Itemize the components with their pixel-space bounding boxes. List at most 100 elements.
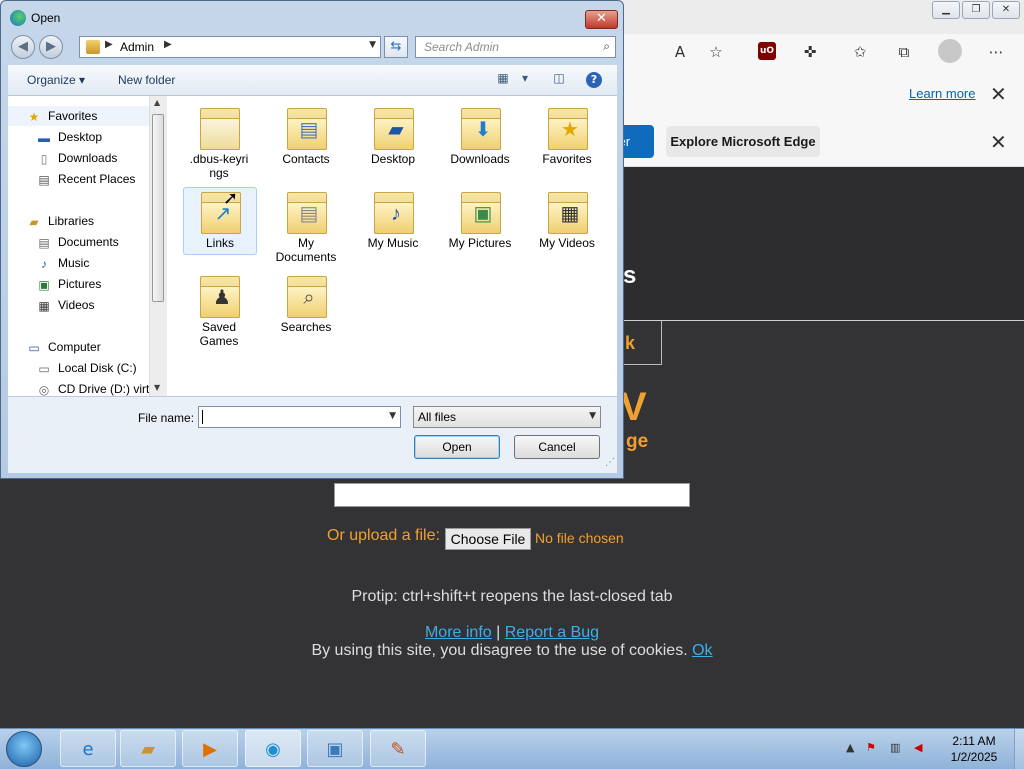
read-aloud-icon[interactable]: A bbox=[668, 41, 692, 63]
nav-item-libraries[interactable]: ▰Libraries bbox=[26, 211, 94, 231]
folder-label: My Videos bbox=[527, 236, 607, 250]
nav-item-music[interactable]: ♪Music bbox=[36, 253, 89, 273]
address-text[interactable]: Admin bbox=[120, 40, 154, 54]
more-info-link[interactable]: More info bbox=[425, 624, 492, 641]
folder-favorites[interactable]: ★ Favorites bbox=[527, 104, 607, 166]
dialog-footer: File name: ▼ All files ▼ Open Cancel ⋰ bbox=[8, 397, 617, 473]
nav-label: Documents bbox=[58, 235, 119, 249]
show-desktop-button[interactable] bbox=[1014, 729, 1024, 769]
view-options-dropdown-icon[interactable]: ▾ bbox=[516, 71, 534, 87]
edge-taskbar-icon[interactable]: ◉ bbox=[245, 730, 301, 767]
close-window-button[interactable]: ✕ bbox=[992, 1, 1020, 19]
close-promo-icon[interactable]: ✕ bbox=[990, 130, 1007, 154]
address-dropdown-icon[interactable]: ▼ bbox=[369, 40, 376, 50]
cookie-ok-link[interactable]: Ok bbox=[692, 642, 712, 659]
open-file-dialog: Open ✕ ◀ ▶ ▶ Admin ▶ ▼ ⇆ Search Admin ⌕ … bbox=[0, 0, 624, 479]
folder-label: Contacts bbox=[266, 152, 346, 166]
report-bug-link[interactable]: Report a Bug bbox=[505, 624, 599, 641]
media-player-icon[interactable]: ▶ bbox=[182, 730, 238, 767]
ublock-icon[interactable]: uO bbox=[758, 42, 776, 60]
folder-links[interactable]: ↗ Links bbox=[183, 187, 257, 255]
extensions-icon[interactable]: ✜ bbox=[798, 41, 822, 63]
folder-downloads[interactable]: ⬇ Downloads bbox=[440, 104, 520, 166]
refresh-button[interactable]: ⇆ bbox=[384, 36, 408, 58]
folder-saved-games[interactable]: ♟ Saved Games bbox=[179, 272, 259, 348]
url-textarea[interactable] bbox=[334, 483, 690, 507]
nav-item-favorites[interactable]: ★Favorites bbox=[8, 106, 149, 126]
action-center-icon[interactable]: ⚑ bbox=[866, 741, 876, 754]
add-favorite-icon[interactable]: ☆ bbox=[704, 41, 728, 63]
open-button[interactable]: Open bbox=[414, 435, 500, 459]
folder-icon bbox=[196, 104, 242, 150]
computer-icon: ▭ bbox=[26, 341, 42, 355]
profile-avatar[interactable] bbox=[938, 39, 962, 63]
explore-edge-button[interactable]: Explore Microsoft Edge bbox=[666, 126, 820, 157]
volume-icon[interactable]: ◀ bbox=[914, 741, 922, 754]
nav-item-recent-places[interactable]: ▤Recent Places bbox=[36, 169, 135, 189]
internet-explorer-icon[interactable]: e bbox=[60, 730, 116, 767]
folder-my-videos[interactable]: ▦ My Videos bbox=[527, 188, 607, 250]
no-file-text: No file chosen bbox=[535, 530, 624, 546]
file-name-input[interactable]: ▼ bbox=[198, 406, 401, 428]
folder-desktop[interactable]: ▰ Desktop bbox=[353, 104, 433, 166]
clock[interactable]: 2:11 AM 1/2/2025 bbox=[934, 733, 1014, 765]
dialog-close-button[interactable]: ✕ bbox=[585, 10, 618, 29]
folder-my-music[interactable]: ♪ My Music bbox=[353, 188, 433, 250]
restore-button[interactable]: ❐ bbox=[962, 1, 990, 19]
window-controls: ▁ ❐ ✕ bbox=[930, 1, 1020, 19]
folder-dbus-keyrings[interactable]: .dbus-keyri ngs bbox=[179, 104, 259, 180]
clock-date: 1/2/2025 bbox=[934, 749, 1014, 765]
nav-item-desktop[interactable]: ▬Desktop bbox=[36, 127, 102, 147]
nav-label: Local Disk (C:) bbox=[58, 361, 137, 375]
folder-contacts[interactable]: ▤ Contacts bbox=[266, 104, 346, 166]
nav-scrollbar[interactable]: ▲ ▼ bbox=[149, 96, 167, 396]
nav-item-videos[interactable]: ▦Videos bbox=[36, 295, 94, 315]
cookie-text: By using this site, you disagree to the … bbox=[311, 642, 687, 659]
scroll-up-icon[interactable]: ▲ bbox=[154, 98, 160, 107]
back-button[interactable]: ◀ bbox=[11, 35, 35, 59]
folder-searches[interactable]: ⌕ Searches bbox=[266, 272, 346, 334]
nav-label: Videos bbox=[58, 298, 94, 312]
organize-button[interactable]: Organize ▾ bbox=[27, 73, 85, 87]
more-menu-icon[interactable]: ⋯ bbox=[984, 41, 1008, 63]
folder-label: Downloads bbox=[440, 152, 520, 166]
nav-item-cd-drive[interactable]: ◎CD Drive (D:) virt bbox=[36, 379, 149, 396]
start-button[interactable] bbox=[6, 731, 42, 767]
nav-item-computer[interactable]: ▭Computer bbox=[26, 337, 101, 357]
choose-file-button[interactable]: Choose File bbox=[445, 528, 531, 550]
edge-icon bbox=[10, 10, 26, 26]
folder-label: My bbox=[266, 236, 346, 250]
new-folder-button[interactable]: New folder bbox=[118, 73, 175, 87]
resize-grip-icon[interactable]: ⋰ bbox=[605, 457, 615, 468]
learn-more-link[interactable]: Learn more bbox=[909, 86, 975, 101]
file-name-dropdown-icon[interactable]: ▼ bbox=[389, 411, 396, 421]
nav-item-pictures[interactable]: ▣Pictures bbox=[36, 274, 101, 294]
cancel-button[interactable]: Cancel bbox=[514, 435, 600, 459]
file-explorer-icon[interactable]: ▰ bbox=[120, 730, 176, 767]
change-view-icon[interactable]: ▦ bbox=[494, 71, 512, 87]
breadcrumb-arrow-icon[interactable]: ▶ bbox=[105, 39, 113, 50]
close-infobar-icon[interactable]: ✕ bbox=[990, 82, 1007, 106]
preview-pane-icon[interactable]: ◫ bbox=[550, 71, 568, 87]
nav-label: Pictures bbox=[58, 277, 101, 291]
nav-scroll-thumb[interactable] bbox=[152, 114, 164, 302]
file-type-select[interactable]: All files ▼ bbox=[413, 406, 601, 428]
favorites-icon[interactable]: ✩ bbox=[848, 41, 872, 63]
help-icon[interactable]: ? bbox=[586, 72, 602, 88]
nav-item-downloads[interactable]: ▯Downloads bbox=[36, 148, 117, 168]
network-icon[interactable]: ▥ bbox=[890, 741, 900, 754]
paint-icon[interactable]: ✎ bbox=[370, 730, 426, 767]
folder-my-documents[interactable]: ▤ My Documents bbox=[266, 188, 346, 264]
folder-my-pictures[interactable]: ▣ My Pictures bbox=[440, 188, 520, 250]
photo-viewer-icon[interactable]: ▣ bbox=[307, 730, 363, 767]
scroll-down-icon[interactable]: ▼ bbox=[154, 383, 160, 392]
search-box[interactable]: Search Admin ⌕ bbox=[415, 36, 616, 58]
address-bar[interactable]: ▶ Admin ▶ ▼ bbox=[79, 36, 381, 58]
breadcrumb-arrow-icon[interactable]: ▶ bbox=[164, 39, 172, 50]
minimize-button[interactable]: ▁ bbox=[932, 1, 960, 19]
nav-item-documents[interactable]: ▤Documents bbox=[36, 232, 119, 252]
show-hidden-icons-icon[interactable]: ▲ bbox=[846, 741, 854, 754]
forward-button[interactable]: ▶ bbox=[39, 35, 63, 59]
nav-item-local-disk[interactable]: ▭Local Disk (C:) bbox=[36, 358, 137, 378]
collections-icon[interactable]: ⧉ bbox=[892, 41, 916, 63]
